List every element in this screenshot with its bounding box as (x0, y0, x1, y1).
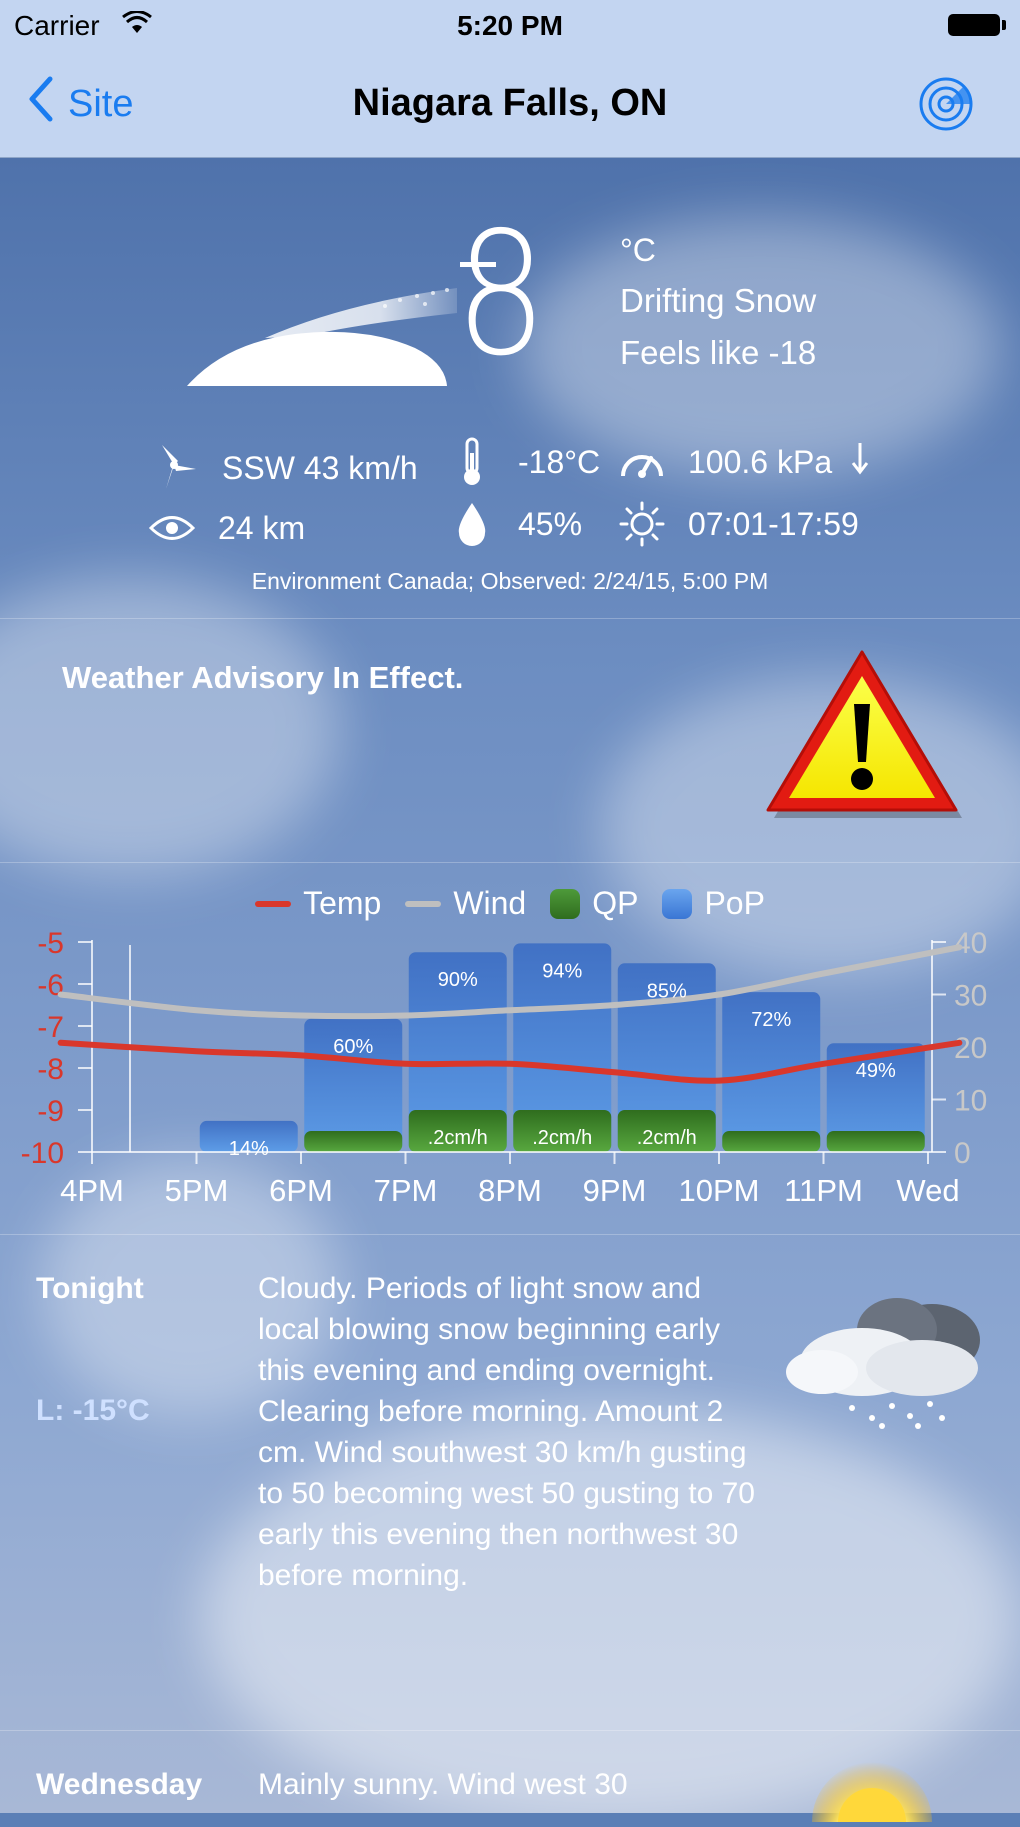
x-tick-label: 11PM (784, 1173, 863, 1208)
water-drop-icon (446, 498, 498, 550)
dewpoint-value: -18°C (518, 443, 601, 480)
right-tick-label: 20 (954, 1032, 987, 1065)
humidity-value: 45% (518, 505, 583, 542)
right-tick-label: 30 (954, 980, 987, 1013)
pop-swatch (662, 888, 693, 919)
legend-pop: PoP (662, 885, 765, 922)
temperature-unit: °C (620, 232, 656, 268)
gauge-icon (616, 436, 668, 488)
page-title: Niagara Falls, ON (352, 82, 668, 124)
pop-bar-label: 90% (438, 969, 478, 991)
sun-times-value: 07:01-17:59 (688, 505, 859, 542)
legend-qp: QP (550, 885, 638, 922)
qp-swatch (550, 888, 581, 919)
humidity-detail: 45% (446, 498, 582, 550)
current-temperature: 8 (455, 196, 547, 394)
divider (0, 1730, 1020, 1731)
x-tick-label: Wed (896, 1173, 959, 1208)
x-tick-label: 7PM (374, 1173, 438, 1208)
left-tick-label: -9 (37, 1095, 64, 1128)
qp-bar-label: .2cm/h (637, 1127, 697, 1149)
forecast-low-tonight: L: -15°C (36, 1394, 150, 1427)
status-time: 5:20 PM (457, 10, 563, 41)
warning-icon[interactable] (762, 644, 962, 829)
left-tick-label: -10 (21, 1137, 64, 1170)
forecast-text-tonight: Cloudy. Periods of light snow and local … (258, 1272, 755, 1592)
qp-bar (304, 1131, 403, 1152)
qp-bar-label: .2cm/h (428, 1127, 488, 1149)
current-condition: Drifting Snow (620, 282, 817, 319)
x-tick-label: 8PM (478, 1173, 542, 1208)
eye-icon (146, 502, 198, 554)
sun-icon (812, 1752, 932, 1827)
visibility-value: 24 km (218, 509, 306, 546)
forecast-text-wednesday: Mainly sunny. Wind west 30 (258, 1768, 628, 1801)
qp-bar (826, 1131, 925, 1152)
pop-bar-label: 60% (333, 1036, 373, 1058)
qp-bar-label: .2cm/h (532, 1127, 592, 1149)
x-tick-label: 5PM (165, 1173, 229, 1208)
x-tick-label: 4PM (60, 1173, 124, 1208)
left-tick-label: -5 (37, 927, 64, 960)
right-tick-label: 40 (954, 927, 987, 960)
hourly-chart: -5-6-7-8-9-104030201004PM 5PM 6PM 7PM 8PM 9PM… (21, 927, 988, 1208)
wind-line (57, 944, 963, 1020)
observation-source: Environment Canada; Observed: 2/24/15, 5… (251, 568, 769, 594)
left-tick-label: -8 (37, 1053, 64, 1086)
pressure-value: 100.6 kPa (688, 443, 833, 480)
arrow-down-icon (850, 441, 870, 483)
chart-legend: Temp Wind QP PoP (0, 885, 1020, 922)
pop-bar-label: 14% (229, 1138, 269, 1160)
status-bar: Carrier 5:20 PM (0, 0, 1020, 52)
wind-value: SSW 43 km/h (222, 449, 418, 486)
pressure-detail: 100.6 kPa (616, 436, 870, 488)
navigation-bar: Site Niagara Falls, ON (0, 52, 1020, 158)
thermometer-icon (446, 436, 498, 488)
feels-like: Feels like -18 (620, 334, 817, 371)
divider (0, 862, 1020, 863)
qp-bar (722, 1131, 821, 1152)
legend-temp-label: Temp (303, 885, 382, 921)
temp-line (57, 1039, 963, 1084)
pop-bar-label: 94% (542, 960, 582, 982)
left-tick-label: -7 (37, 1011, 64, 1044)
battery-icon (948, 14, 1006, 36)
forecast-day-wednesday: Wednesday (36, 1768, 203, 1801)
right-tick-label: 0 (954, 1137, 971, 1170)
radar-button[interactable] (918, 76, 974, 132)
dewpoint-detail: -18°C (446, 436, 600, 488)
legend-temp: Temp (255, 885, 381, 922)
visibility-detail: 24 km (146, 502, 305, 554)
sun-icon (616, 498, 668, 550)
divider (0, 1234, 1020, 1235)
pop-bar-label: 72% (751, 1009, 791, 1031)
pop-bar-label: 49% (856, 1060, 896, 1082)
legend-pop-label: PoP (704, 885, 765, 921)
cloud-snow-icon (782, 1290, 992, 1435)
forecast-day-tonight: Tonight (36, 1272, 144, 1305)
pop-bar-label: 85% (647, 980, 687, 1002)
x-tick-label: 9PM (583, 1173, 647, 1208)
wind-detail: SSW 43 km/h (150, 442, 418, 494)
drifting-snow-icon (185, 138, 460, 393)
divider (0, 618, 1020, 619)
sun-times-detail: 07:01-17:59 (616, 498, 859, 550)
temp-swatch (255, 900, 292, 907)
legend-wind-label: Wind (453, 885, 527, 921)
x-tick-label: 10PM (679, 1173, 760, 1208)
radar-icon (918, 77, 974, 136)
wind-turbine-icon (150, 442, 202, 494)
x-tick-label: 6PM (269, 1173, 333, 1208)
legend-wind: Wind (405, 885, 526, 922)
legend-qp-label: QP (592, 885, 639, 921)
wind-swatch (405, 900, 442, 907)
right-tick-label: 10 (954, 1085, 987, 1118)
weather-advisory-link[interactable]: Weather Advisory In Effect. (62, 660, 463, 696)
